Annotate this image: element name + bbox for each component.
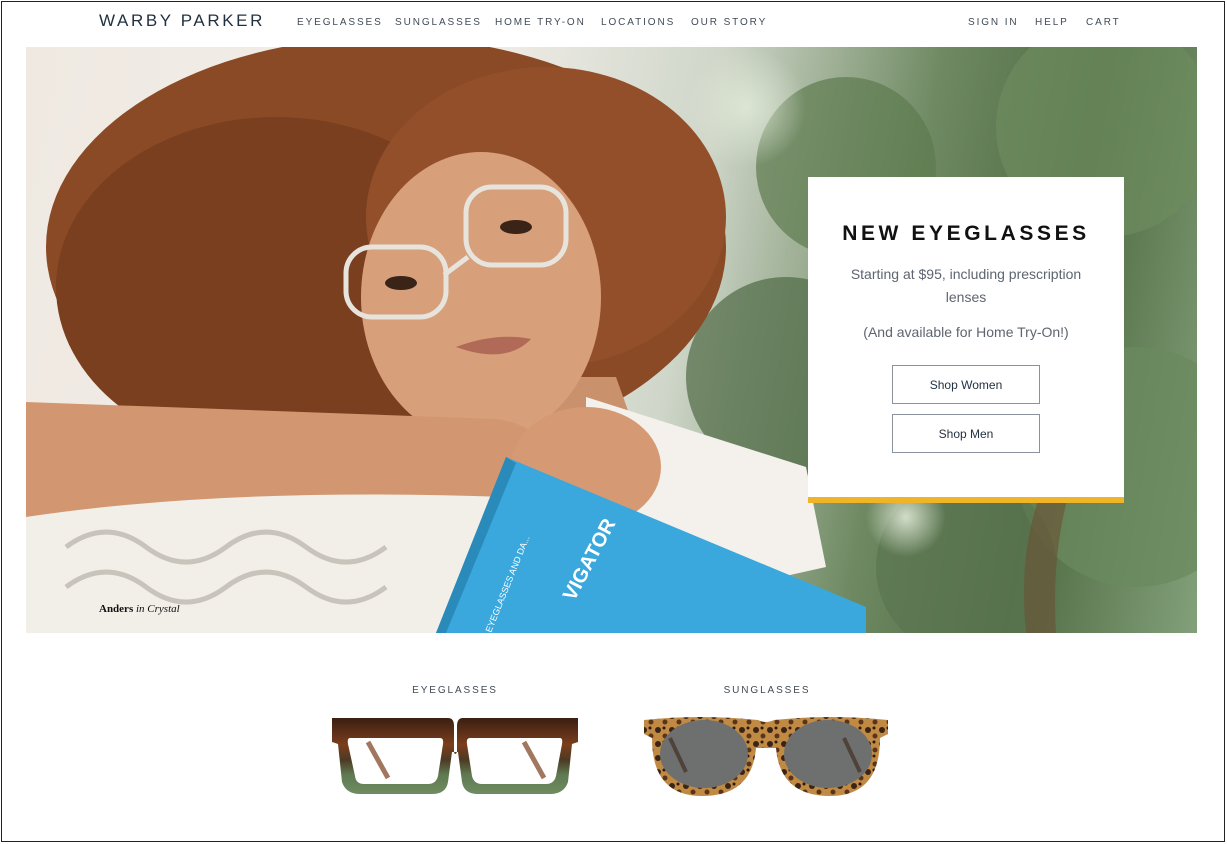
caption-frame-color: Crystal: [147, 603, 180, 615]
nav-our-story[interactable]: OUR STORY: [691, 17, 767, 28]
nav-locations[interactable]: LOCATIONS: [601, 17, 675, 28]
nav-sign-in[interactable]: SIGN IN: [968, 17, 1019, 28]
promo-note: (And available for Home Try-On!): [863, 324, 1069, 340]
caption-in: in: [135, 603, 145, 615]
tortoise-sunglasses-icon[interactable]: [640, 712, 892, 798]
nav-sunglasses[interactable]: SUNGLASSES: [395, 17, 482, 28]
shop-women-button[interactable]: Shop Women: [892, 365, 1040, 404]
promo-card: NEW EYEGLASSES Starting at $95, includin…: [808, 177, 1124, 503]
promo-title: NEW EYEGLASSES: [842, 222, 1090, 245]
promo-subtitle: Starting at $95, including prescription …: [850, 266, 1082, 305]
tortoise-eyeglasses-icon[interactable]: [328, 712, 582, 798]
shop-men-button[interactable]: Shop Men: [892, 414, 1040, 453]
nav-help[interactable]: HELP: [1035, 17, 1069, 28]
category-sunglasses-label[interactable]: SUNGLASSES: [687, 685, 847, 696]
caption-frame-name: Anders: [99, 603, 134, 615]
nav-home-try-on[interactable]: HOME TRY-ON: [495, 17, 586, 28]
logo[interactable]: WARBY PARKER: [99, 11, 265, 31]
hero-caption: Anders in Crystal: [99, 603, 180, 615]
nav-cart[interactable]: CART: [1086, 17, 1121, 28]
nav-eyeglasses[interactable]: EYEGLASSES: [297, 17, 383, 28]
category-eyeglasses-label[interactable]: EYEGLASSES: [375, 685, 535, 696]
